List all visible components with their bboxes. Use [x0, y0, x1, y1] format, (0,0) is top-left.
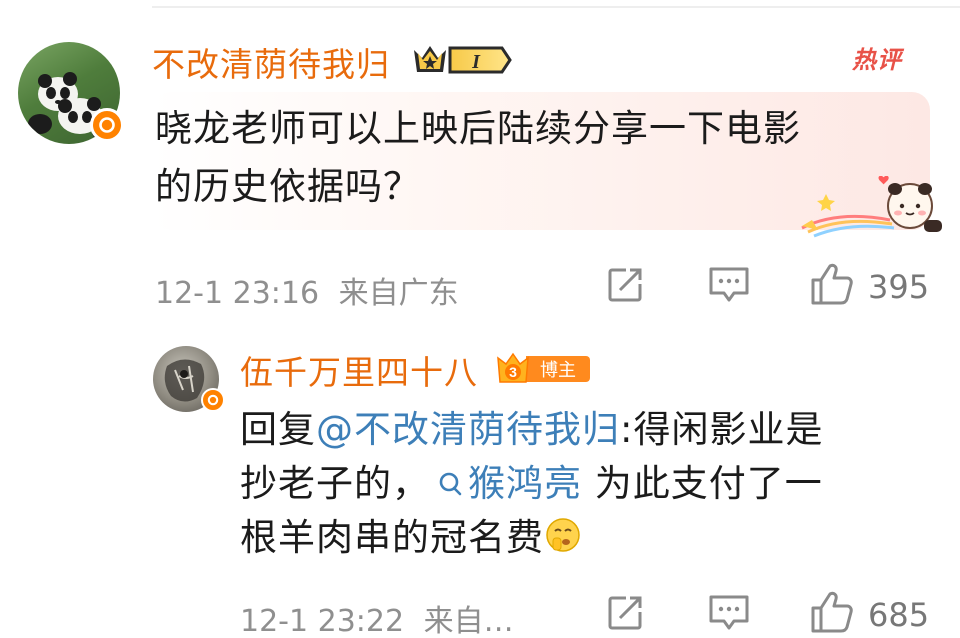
repost-icon[interactable]: [606, 266, 644, 308]
blogger-badge-number: 3: [509, 364, 517, 380]
reply-text: 回复@不改清荫待我归:得闲影业是 抄老子的， 猴鸿亮 为此支付了一 根羊肉串的冠名…: [240, 403, 940, 565]
reply-text-part: 为此支付了一: [582, 462, 823, 505]
comment-text: 晓龙老师可以上映后陆续分享一下电影 的历史依据吗？: [155, 100, 895, 216]
like-icon[interactable]: [810, 262, 854, 310]
like-count: 685: [868, 596, 930, 634]
commenter-username[interactable]: 不改清荫待我归: [152, 38, 390, 86]
reply-line-1: 回复@不改清荫待我归:得闲影业是: [240, 403, 940, 457]
reply-username[interactable]: 伍千万里四十八: [240, 346, 478, 394]
mention-link[interactable]: @不改清荫待我归: [316, 408, 620, 451]
reply-meta: 12-1 23:22 来自…: [240, 596, 514, 638]
comment-icon[interactable]: [708, 594, 750, 636]
top-divider: [152, 6, 960, 8]
comment-location: 来自广东: [338, 276, 459, 311]
comment-time: 12-1 23:16: [155, 276, 320, 311]
like-icon[interactable]: [810, 590, 854, 638]
hot-comment-tag: 热评: [852, 46, 902, 74]
panda-sticker: [798, 175, 948, 242]
reply-avatar[interactable]: [153, 346, 225, 412]
verified-badge-icon: [90, 108, 124, 142]
comment-icon[interactable]: [708, 266, 750, 308]
shush-emoji-icon: [546, 518, 580, 552]
comment-line-1: 晓龙老师可以上映后陆续分享一下电影: [155, 107, 801, 150]
weibo-comment-thread: 不改清荫待我归 I 热评 晓龙老师可以上映后陆续分享一下电影 的历史依据吗？ 1…: [0, 0, 960, 638]
reply-text-part: 抄老子的，: [240, 462, 430, 505]
commenter-avatar[interactable]: [18, 42, 124, 144]
reply-location: 来自…: [423, 604, 514, 638]
reply-prefix: 回复: [240, 408, 316, 451]
verified-badge-icon: [201, 388, 225, 412]
comment-line-2: 的历史依据吗？: [155, 165, 421, 208]
like-count: 395: [868, 268, 930, 306]
comment-meta: 12-1 23:16 来自广东: [155, 268, 459, 312]
level-number: I: [471, 51, 481, 73]
reply-text-part: 根羊肉串的冠名费: [240, 516, 544, 559]
search-topic-icon: [439, 472, 462, 496]
reply-line-2: 抄老子的， 猴鸿亮 为此支付了一: [240, 457, 940, 511]
crown-level-icon[interactable]: I: [410, 40, 514, 84]
topic-link[interactable]: 猴鸿亮: [430, 462, 582, 505]
reply-line-3: 根羊肉串的冠名费: [240, 511, 940, 565]
topic-name[interactable]: 猴鸿亮: [468, 462, 582, 505]
blogger-badge-label: 博主: [540, 360, 576, 381]
repost-icon[interactable]: [606, 594, 644, 636]
reply-time: 12-1 23:22: [240, 604, 405, 638]
blogger-badge: 3 博主: [496, 350, 592, 390]
reply-text-part: :得闲影业是: [620, 408, 824, 451]
